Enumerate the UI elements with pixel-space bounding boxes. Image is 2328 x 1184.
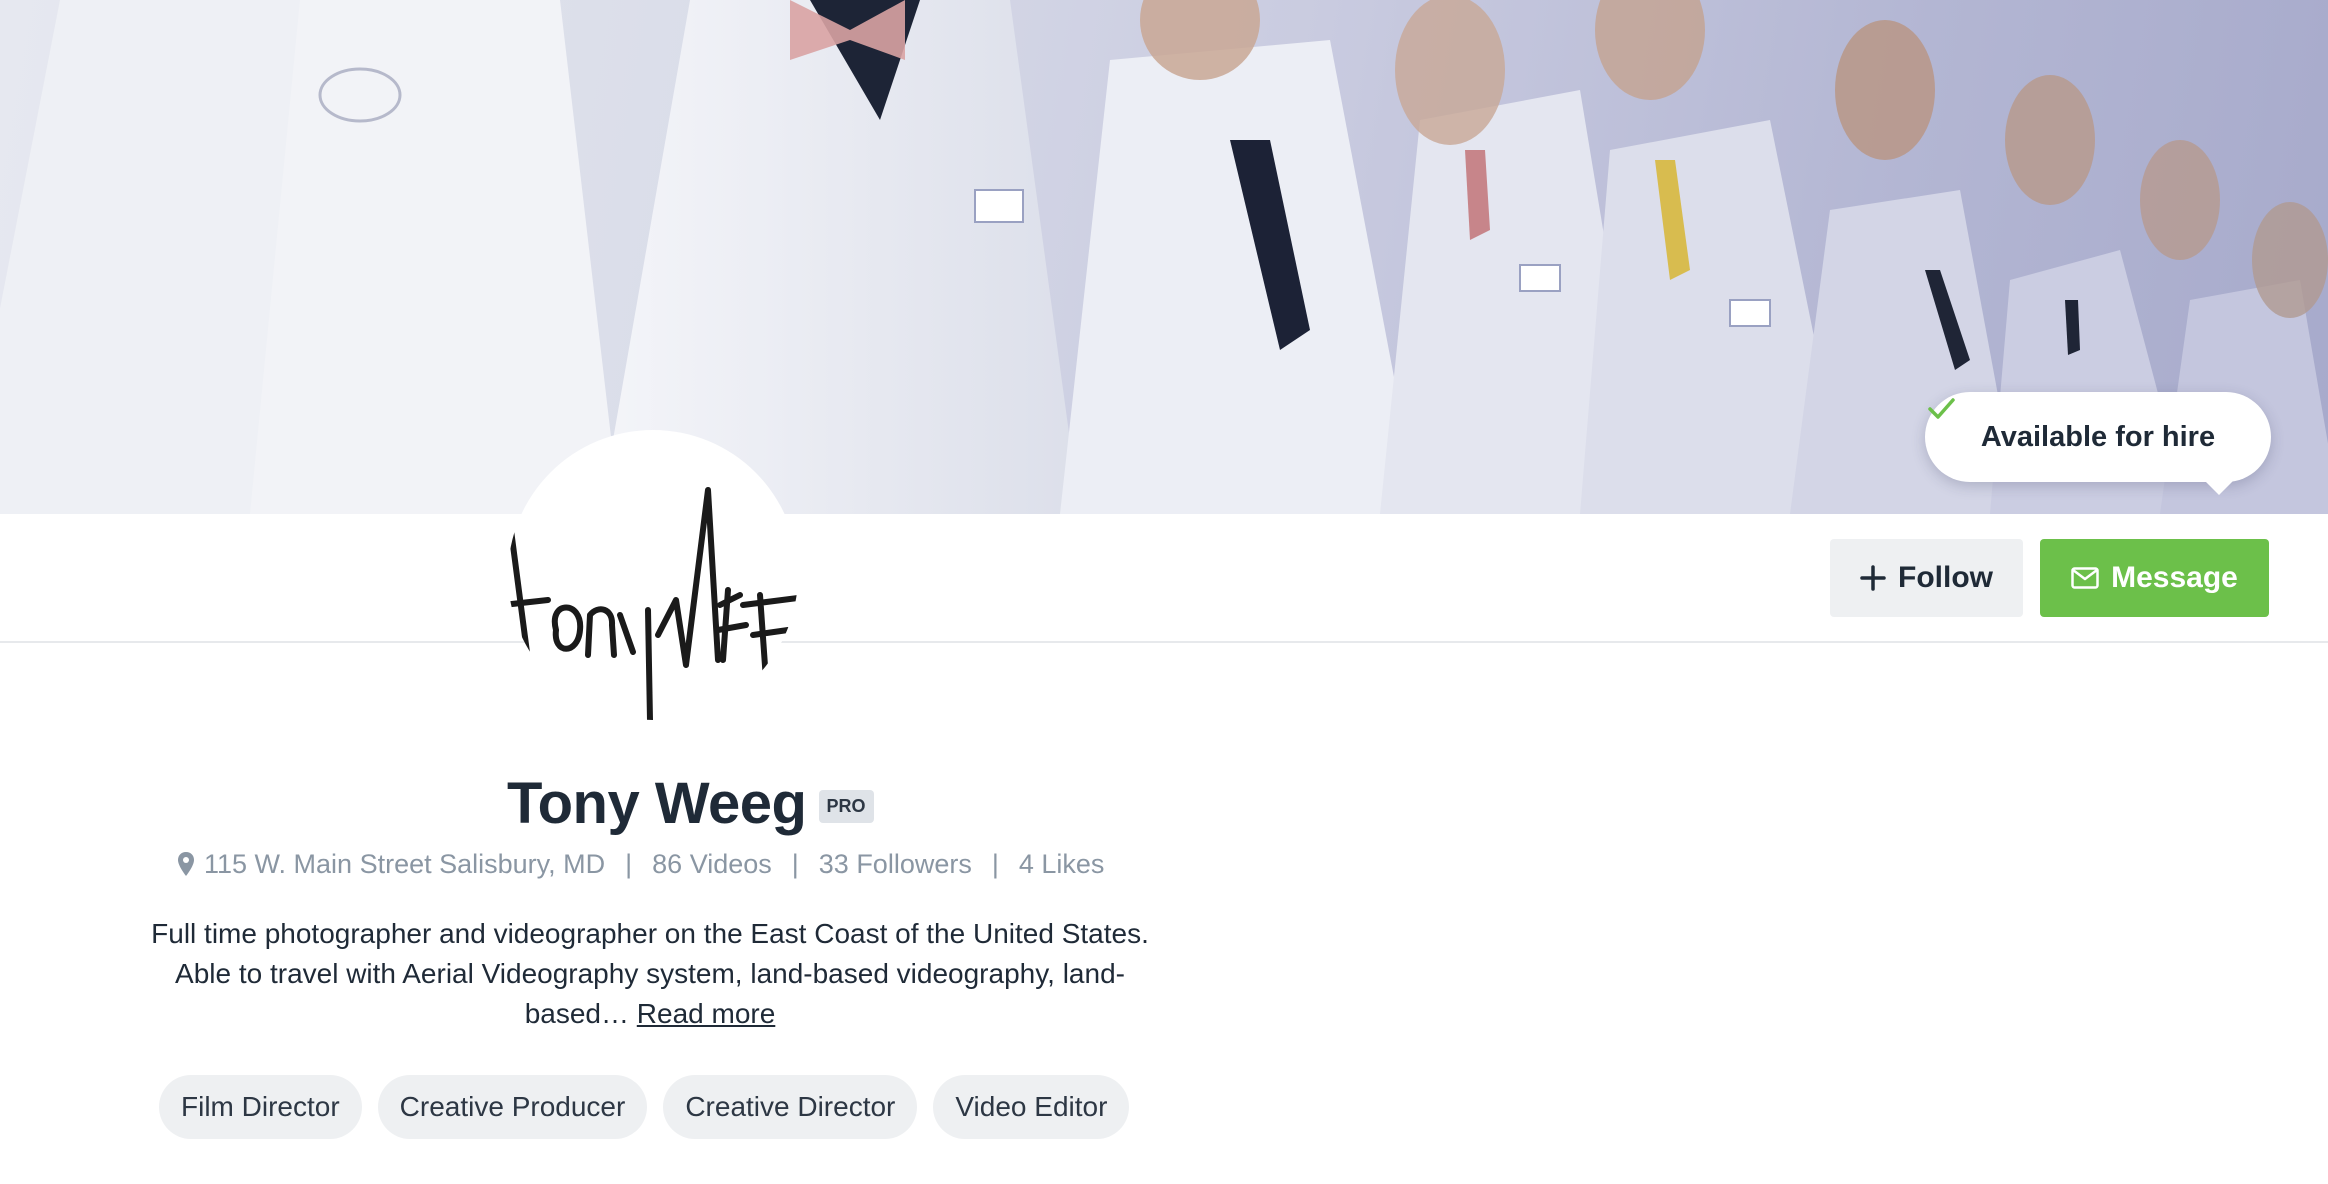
available-for-hire-badge[interactable]: Available for hire bbox=[1925, 392, 2271, 495]
follow-label: Follow bbox=[1898, 561, 1993, 594]
videos-count[interactable]: 86 Videos bbox=[652, 849, 772, 880]
skill-tag[interactable]: Film Director bbox=[159, 1075, 362, 1139]
cover-banner: Available for hire bbox=[0, 0, 2328, 514]
profile-name: Tony Weeg bbox=[507, 770, 807, 836]
location-text: 115 W. Main Street Salisbury, MD bbox=[204, 848, 606, 879]
stats-separator: | bbox=[791, 848, 799, 879]
check-icon bbox=[1928, 398, 1955, 419]
pro-badge: PRO bbox=[818, 789, 874, 823]
plus-icon bbox=[1860, 565, 1886, 591]
stats-separator: | bbox=[991, 848, 999, 879]
profile-bio: Full time photographer and videographer … bbox=[130, 914, 1170, 1034]
signature-logo bbox=[508, 487, 798, 720]
profile-stats: 115 W. Main Street Salisbury, MD | 86 Vi… bbox=[0, 842, 1300, 886]
stats-separator: | bbox=[625, 848, 633, 879]
envelope-icon bbox=[2071, 567, 2099, 589]
skill-tag[interactable]: Creative Director bbox=[663, 1075, 918, 1139]
message-label: Message bbox=[2111, 561, 2238, 594]
followers-count[interactable]: 33 Followers bbox=[819, 849, 972, 880]
profile-avatar[interactable] bbox=[508, 430, 798, 720]
skill-tag[interactable]: Creative Producer bbox=[377, 1075, 648, 1139]
read-more-link[interactable]: Read more bbox=[637, 998, 776, 1029]
available-for-hire-label: Available for hire bbox=[1980, 420, 2216, 453]
skill-tags: Film Director Creative Producer Creative… bbox=[159, 1075, 1130, 1139]
skill-tag[interactable]: Video Editor bbox=[933, 1075, 1130, 1139]
follow-button[interactable]: Follow bbox=[1830, 539, 2023, 617]
profile-action-bar: Follow Message bbox=[0, 514, 2328, 643]
profile-name-row: Tony Weeg PRO bbox=[507, 768, 874, 838]
message-button[interactable]: Message bbox=[2040, 539, 2269, 617]
map-pin-icon bbox=[178, 852, 194, 876]
likes-count[interactable]: 4 Likes bbox=[1019, 849, 1105, 880]
